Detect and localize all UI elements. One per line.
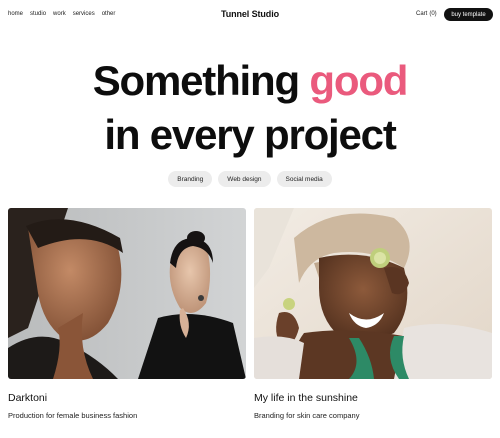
project-card-darktoni[interactable]: Darktoni Production for female business … — [8, 208, 246, 420]
tag-web-design[interactable]: Web design — [218, 171, 271, 187]
cart-link[interactable]: Cart (0) — [416, 11, 437, 17]
hero-heading: Something good in every project — [0, 54, 500, 162]
brand-name[interactable]: Tunnel Studio — [221, 9, 279, 19]
woman-spa-cucumber-photo[interactable] — [254, 208, 492, 379]
top-navigation: home studio work services other Tunnel S… — [0, 0, 500, 30]
two-women-portrait-photo[interactable] — [8, 208, 246, 379]
hero-line-1-prefix: Something — [92, 57, 300, 104]
category-tags: Branding Web design Social media — [0, 171, 500, 187]
spa-illustration — [254, 208, 492, 379]
buy-template-button[interactable]: buy template — [444, 8, 493, 21]
hero-accent-word: good — [309, 57, 408, 104]
project-subtitle: Branding for skin care company — [254, 411, 360, 420]
project-title[interactable]: My life in the sunshine — [254, 392, 492, 404]
tag-branding[interactable]: Branding — [168, 171, 213, 187]
tag-social-media[interactable]: Social media — [276, 171, 332, 187]
cart-count: (0) — [429, 11, 437, 17]
cart-label: Cart — [416, 11, 428, 17]
hero-line-2: in every project — [104, 111, 396, 158]
portrait-illustration — [8, 208, 246, 379]
project-subtitle: Production for female business fashion — [8, 411, 138, 420]
hero-line-1: Something good — [0, 54, 500, 108]
project-title[interactable]: Darktoni — [8, 392, 246, 404]
project-card-sunshine[interactable]: My life in the sunshine Branding for ski… — [254, 208, 492, 420]
